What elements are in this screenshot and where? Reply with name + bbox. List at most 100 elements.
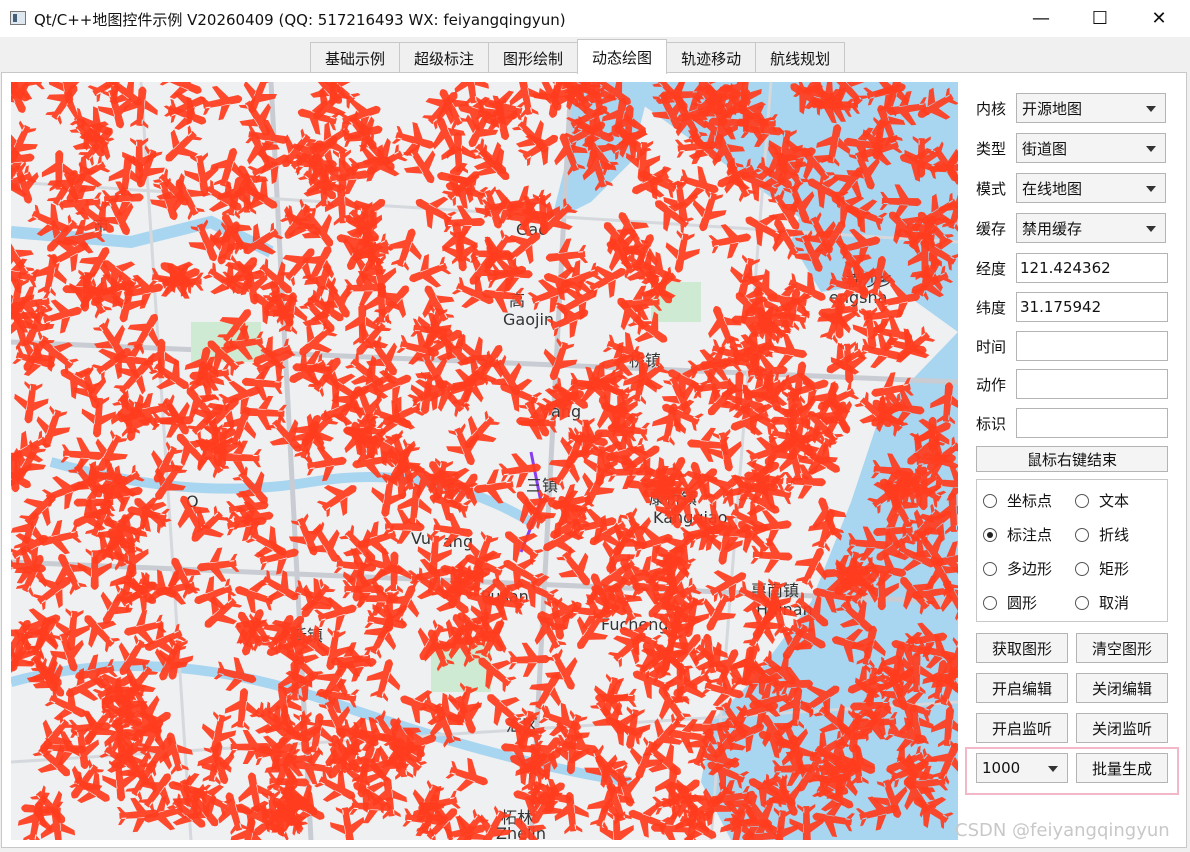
lng-row: 经度 121.424362 <box>976 252 1168 284</box>
chevron-down-icon <box>1146 186 1156 192</box>
radio-label: 标注点 <box>1007 526 1053 544</box>
maximize-button[interactable]: ☐ <box>1077 0 1123 37</box>
plane-icon <box>14 380 49 424</box>
close-edit-button[interactable]: 关闭编辑 <box>1076 673 1168 703</box>
time-field[interactable] <box>1016 331 1168 361</box>
lat-row: 纬度 31.175942 <box>976 291 1168 323</box>
get-shape-button[interactable]: 获取图形 <box>976 633 1068 663</box>
right-click-end-button[interactable]: 鼠标右键结束 <box>976 446 1168 472</box>
action-field[interactable] <box>1016 369 1168 399</box>
marker-row: 标识 <box>976 407 1168 439</box>
plane-icon <box>55 608 91 651</box>
open-edit-button[interactable]: 开启编辑 <box>976 673 1068 703</box>
chevron-down-icon <box>1146 106 1156 112</box>
marker-field[interactable] <box>1016 408 1168 438</box>
marker-label: 标识 <box>976 414 1007 433</box>
radio-marker[interactable]: 标注点 <box>983 524 1052 545</box>
tab-shape-draw[interactable]: 图形绘制 <box>488 42 579 73</box>
tab-basic[interactable]: 基础示例 <box>310 42 401 73</box>
radio-circle[interactable]: 圆形 <box>983 592 1037 613</box>
radio-label: 折线 <box>1099 526 1130 544</box>
clear-shape-button[interactable]: 清空图形 <box>1076 633 1168 663</box>
kernel-row: 内核 开源地图 <box>976 92 1166 124</box>
tab-bar: 基础示例 超级标注 图形绘制 动态绘图 轨迹移动 航线规划 <box>310 39 846 74</box>
plane-icon <box>316 484 357 518</box>
lat-field[interactable]: 31.175942 <box>1016 292 1168 322</box>
plane-markers <box>11 82 958 840</box>
radio-label: 坐标点 <box>1007 492 1053 510</box>
tab-route-plan[interactable]: 航线规划 <box>755 42 846 73</box>
plane-icon <box>253 336 296 370</box>
radio-indicator <box>983 595 997 610</box>
cache-row: 缓存 禁用缓存 <box>976 212 1166 244</box>
plane-icon <box>199 85 243 121</box>
lng-label: 经度 <box>976 259 1007 278</box>
lng-field[interactable]: 121.424362 <box>1016 253 1168 283</box>
watermark: CSDN @feiyangqingyun <box>955 820 1170 841</box>
minimize-button[interactable]: — <box>1018 0 1064 37</box>
cache-label: 缓存 <box>976 219 1007 238</box>
type-value: 街道图 <box>1022 139 1068 158</box>
close-button[interactable]: ✕ <box>1136 0 1182 37</box>
radio-indicator <box>983 561 997 576</box>
plane-icon <box>507 642 550 677</box>
kernel-value: 开源地图 <box>1022 99 1083 118</box>
time-row: 时间 <box>976 330 1168 362</box>
app-icon <box>10 11 26 25</box>
cache-value: 禁用缓存 <box>1022 219 1083 238</box>
plane-icon <box>224 688 260 731</box>
radio-indicator <box>1075 561 1089 576</box>
radio-cancel[interactable]: 取消 <box>1075 592 1129 613</box>
plane-icon <box>665 230 700 273</box>
type-label: 类型 <box>976 139 1007 158</box>
kernel-label: 内核 <box>976 99 1007 118</box>
cache-select[interactable]: 禁用缓存 <box>1016 213 1166 243</box>
kernel-select[interactable]: 开源地图 <box>1016 93 1166 123</box>
plane-icon <box>545 238 589 273</box>
radio-point[interactable]: 坐标点 <box>983 490 1052 511</box>
action-row: 动作 <box>976 368 1168 400</box>
action-label: 动作 <box>976 375 1007 394</box>
type-select[interactable]: 街道图 <box>1016 133 1166 163</box>
radio-indicator <box>983 527 997 542</box>
radio-indicator <box>1075 527 1089 542</box>
map-view[interactable]: 市 高 Gaojin 桥镇 Gao ang 康桥镇 Kangqiao Q 三镇 … <box>11 82 958 840</box>
plane-icon <box>116 797 159 833</box>
radio-label: 多边形 <box>1007 560 1053 578</box>
type-row: 类型 街道图 <box>976 132 1166 164</box>
plane-icon <box>555 728 598 764</box>
highlight-box <box>965 747 1179 795</box>
radio-polyline[interactable]: 折线 <box>1075 524 1129 545</box>
close-listen-button[interactable]: 关闭监听 <box>1076 713 1168 743</box>
radio-text[interactable]: 文本 <box>1075 490 1129 511</box>
tab-super-marker[interactable]: 超级标注 <box>399 42 490 73</box>
mode-select[interactable]: 在线地图 <box>1016 173 1166 203</box>
radio-polygon[interactable]: 多边形 <box>983 558 1052 579</box>
mode-value: 在线地图 <box>1022 179 1083 198</box>
radio-label: 文本 <box>1099 492 1130 510</box>
plane-icon <box>213 656 257 692</box>
radio-rectangle[interactable]: 矩形 <box>1075 558 1129 579</box>
mode-row: 模式 在线地图 <box>976 172 1166 204</box>
plane-icon <box>235 579 278 614</box>
plane-icon <box>708 224 751 259</box>
plane-icon <box>794 547 828 590</box>
radio-indicator <box>1075 595 1089 610</box>
window-title: Qt/C++地图控件示例 V20260409 (QQ: 517216493 WX… <box>34 11 566 29</box>
radio-label: 圆形 <box>1007 594 1038 612</box>
lat-label: 纬度 <box>976 298 1007 317</box>
plane-icon <box>403 142 436 184</box>
time-label: 时间 <box>976 337 1007 356</box>
radio-label: 取消 <box>1099 594 1130 612</box>
mode-label: 模式 <box>976 179 1007 198</box>
plane-icon <box>197 547 240 582</box>
radio-indicator <box>983 493 997 508</box>
tab-dynamic-draw[interactable]: 动态绘图 <box>577 39 668 74</box>
open-listen-button[interactable]: 开启监听 <box>976 713 1068 743</box>
chevron-down-icon <box>1146 146 1156 152</box>
tab-track-move[interactable]: 轨迹移动 <box>666 42 757 73</box>
title-bar: Qt/C++地图控件示例 V20260409 (QQ: 517216493 WX… <box>0 0 1190 37</box>
plane-icon <box>708 306 742 349</box>
shape-type-group: 坐标点 文本 标注点 折线 多边形 矩形 圆形 取消 <box>976 479 1168 622</box>
chevron-down-icon <box>1146 226 1156 232</box>
